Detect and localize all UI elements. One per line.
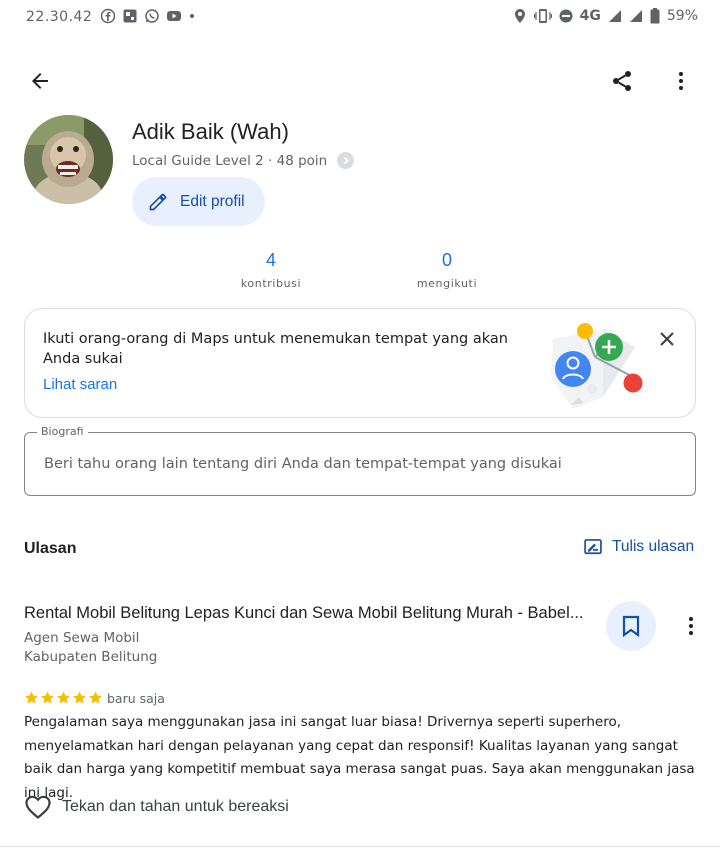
- follow-suggestion-card: Ikuti orang-orang di Maps untuk menemuka…: [24, 308, 696, 418]
- review-place-name[interactable]: Rental Mobil Belitung Lepas Kunci dan Se…: [24, 604, 584, 623]
- stat-value: 0: [441, 250, 452, 270]
- local-guide-level[interactable]: Local Guide Level 2 · 48 poin: [132, 152, 355, 169]
- monkey-avatar-image: [24, 115, 113, 204]
- close-suggestion-button[interactable]: [653, 325, 681, 353]
- review-place-location: Kabupaten Belitung: [24, 649, 158, 665]
- edit-profile-label: Edit profil: [180, 192, 245, 210]
- close-icon: [660, 332, 674, 346]
- top-app-bar: [0, 56, 720, 108]
- signal-icon-2: [629, 10, 642, 22]
- save-place-button[interactable]: [606, 601, 656, 651]
- stat-label: mengikuti: [416, 277, 478, 290]
- write-review-button[interactable]: Tulis ulasan: [583, 537, 694, 557]
- network-type: 4G: [579, 8, 601, 24]
- status-time: 22.30.42: [26, 9, 93, 25]
- bio-label: Biografi: [37, 425, 88, 438]
- heart-icon: [25, 795, 51, 819]
- star-icon: [72, 691, 87, 704]
- arrow-back-icon: [32, 73, 48, 89]
- more-options-button[interactable]: [659, 59, 703, 103]
- do-not-disturb-icon: [559, 9, 573, 23]
- review-time: baru saja: [107, 691, 165, 706]
- star-icon: [88, 691, 103, 704]
- divider: [0, 846, 720, 847]
- review-body: Pengalaman saya menggunakan jasa ini san…: [24, 714, 695, 801]
- notification-icons: [100, 8, 194, 24]
- system-icons: 4G 59%: [513, 8, 698, 24]
- stat-contributions[interactable]: 4 kontribusi: [211, 250, 331, 290]
- reviews-section-title: Ulasan: [24, 540, 77, 557]
- avatar[interactable]: [24, 115, 113, 204]
- status-bar: 22.30.42 4G 59%: [0, 0, 720, 36]
- review-place-category: Agen Sewa Mobil: [24, 630, 140, 646]
- star-icon: [40, 691, 55, 704]
- vibrate-icon: [533, 9, 552, 23]
- more-notifications-dot: [190, 14, 194, 18]
- whatsapp-icon: [145, 9, 159, 23]
- react-button[interactable]: Tekan dan tahan untuk bereaksi: [24, 794, 289, 820]
- share-button[interactable]: [600, 59, 644, 103]
- review-more-options-button[interactable]: [670, 605, 712, 647]
- suggestion-text: Ikuti orang-orang di Maps untuk menemuka…: [43, 331, 508, 367]
- rate-review-icon: [584, 539, 602, 555]
- youtube-icon: [167, 11, 181, 21]
- stat-label: kontribusi: [240, 277, 302, 290]
- photo-icon: [123, 9, 137, 23]
- pencil-icon: [149, 193, 167, 210]
- see-suggestions-link[interactable]: Lihat saran: [43, 376, 117, 393]
- bio-field[interactable]: Biografi: [24, 425, 696, 496]
- people-network-illustration: [551, 323, 643, 409]
- stat-following[interactable]: 0 mengikuti: [387, 250, 507, 290]
- star-icon: [56, 691, 71, 704]
- back-button[interactable]: [18, 59, 62, 103]
- stat-value: 4: [265, 250, 276, 270]
- profile-name: Adik Baik (Wah): [132, 119, 289, 144]
- level-text: Local Guide Level 2 · 48 poin: [132, 152, 328, 169]
- edit-profile-button[interactable]: Edit profil: [132, 177, 265, 226]
- star-rating: [24, 690, 103, 705]
- facebook-icon: [100, 8, 116, 24]
- chevron-right-icon: [337, 152, 355, 169]
- location-icon: [514, 9, 525, 23]
- star-icon: [24, 691, 39, 704]
- bio-input[interactable]: [44, 456, 684, 472]
- bookmark-icon: [622, 615, 640, 637]
- react-label: Tekan dan tahan untuk bereaksi: [62, 798, 289, 815]
- more-vert-icon: [679, 72, 683, 90]
- signal-icon: [608, 10, 621, 22]
- battery-percent: 59%: [666, 8, 698, 24]
- battery-icon: [650, 8, 660, 24]
- write-review-label: Tulis ulasan: [612, 538, 695, 555]
- more-vert-icon: [689, 617, 693, 635]
- share-icon: [613, 71, 631, 91]
